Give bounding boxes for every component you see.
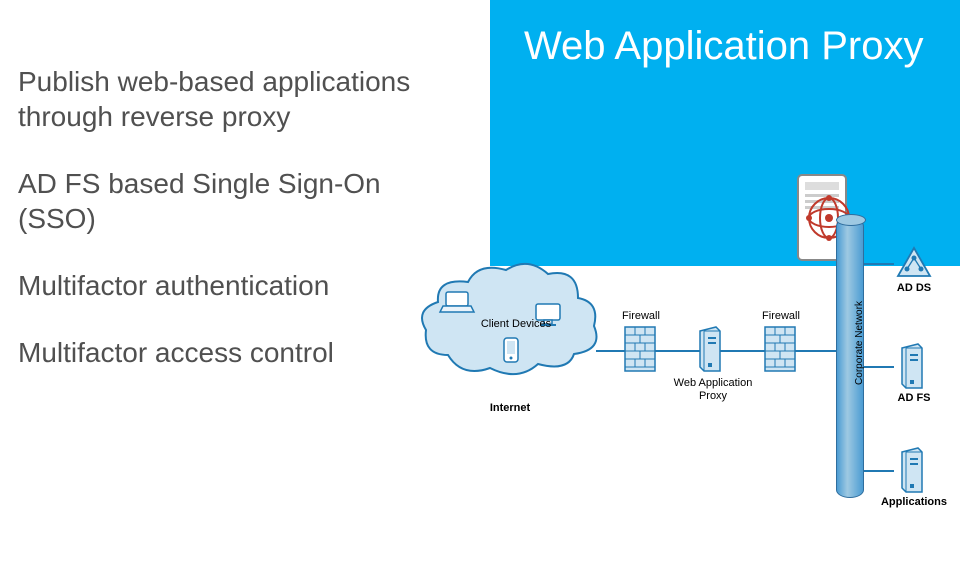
label-adds: AD DS — [892, 282, 936, 295]
bullet-sso: AD FS based Single Sign-On (SSO) — [18, 166, 418, 236]
firewall-icon — [624, 326, 656, 372]
label-adfs: AD FS — [892, 392, 936, 405]
label-corporate-network: Corporate Network — [854, 288, 865, 398]
label-internet: Internet — [480, 402, 540, 415]
feature-list: Publish web-based applications through r… — [18, 64, 418, 402]
label-client-devices: Client Devices — [476, 318, 556, 331]
label-wap: Web Application Proxy — [668, 377, 758, 402]
server-icon-adfs — [900, 342, 924, 390]
firewall-icon-2 — [764, 326, 796, 372]
bullet-mfac: Multifactor access control — [18, 335, 418, 370]
architecture-diagram: Client Devices Internet Firewall — [418, 170, 960, 566]
label-firewall-2: Firewall — [758, 310, 804, 323]
server-icon-apps — [900, 446, 924, 494]
connector-apps — [864, 470, 894, 472]
connector-adds — [864, 263, 894, 265]
label-applications: Applications — [878, 496, 950, 509]
bullet-mfa: Multifactor authentication — [18, 268, 418, 303]
adds-triangle-icon — [896, 246, 932, 280]
banner-title: Web Application Proxy — [524, 24, 923, 68]
connector-adfs — [864, 366, 894, 368]
bullet-publish: Publish web-based applications through r… — [18, 64, 418, 134]
server-icon-wap — [698, 325, 722, 373]
label-firewall-1: Firewall — [618, 310, 664, 323]
